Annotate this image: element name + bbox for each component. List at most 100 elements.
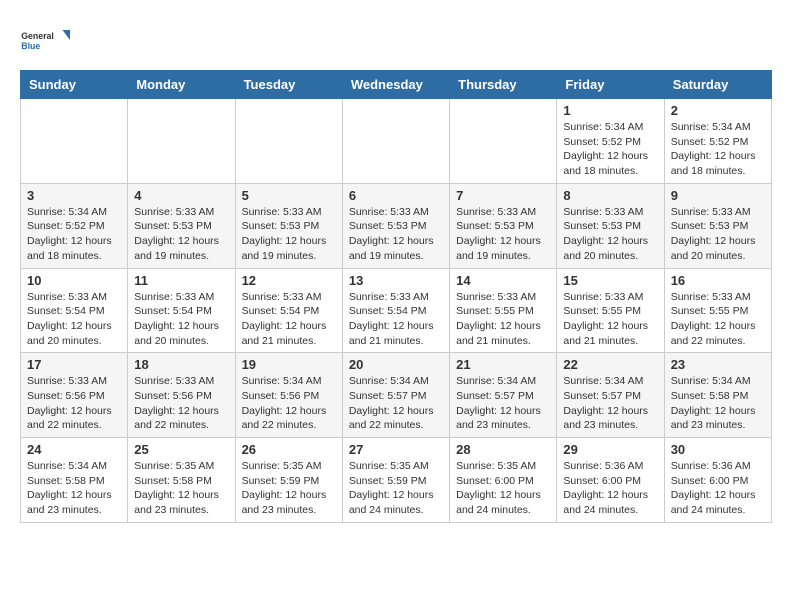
calendar-header-row: SundayMondayTuesdayWednesdayThursdayFrid…: [21, 71, 772, 99]
day-number: 8: [563, 188, 657, 203]
calendar-cell: 3 Sunrise: 5:34 AMSunset: 5:52 PMDaylight…: [21, 183, 128, 268]
calendar-cell: 13Sunrise: 5:33 AMSunset: 5:54 PMDayligh…: [342, 268, 449, 353]
calendar-cell: 29 Sunrise: 5:36 AMSunset: 6:00 PMDayligh…: [557, 438, 664, 523]
day-info: Sunrise: 5:35 AMSunset: 6:00 PMDaylight:…: [456, 459, 550, 518]
calendar-cell: 12 Sunrise: 5:33 AMSunset: 5:54 PMDayligh…: [235, 268, 342, 353]
calendar-cell: 20 Sunrise: 5:34 AMSunset: 5:57 PMDayligh…: [342, 353, 449, 438]
day-number: 17: [27, 357, 121, 372]
day-info: Sunrise: 5:33 AMSunset: 5:53 PMDaylight:…: [242, 205, 336, 264]
day-number: 5: [242, 188, 336, 203]
weekday-header: Sunday: [21, 71, 128, 99]
day-number: 21: [456, 357, 550, 372]
day-info: Sunrise: 5:33 AMSunset: 5:56 PMDaylight:…: [27, 374, 121, 433]
logo-svg: General Blue: [20, 20, 70, 60]
day-number: 12: [242, 273, 336, 288]
weekday-header: Tuesday: [235, 71, 342, 99]
day-number: 11: [134, 273, 228, 288]
day-number: 24: [27, 442, 121, 457]
calendar-cell: 5 Sunrise: 5:33 AMSunset: 5:53 PMDaylight…: [235, 183, 342, 268]
day-info: Sunrise: 5:35 AMSunset: 5:59 PMDaylight:…: [349, 459, 443, 518]
day-number: 16: [671, 273, 765, 288]
day-info: Sunrise: 5:35 AMSunset: 5:59 PMDaylight:…: [242, 459, 336, 518]
day-number: 9: [671, 188, 765, 203]
day-info: Sunrise: 5:33 AMSunset: 5:56 PMDaylight:…: [134, 374, 228, 433]
day-info: Sunrise: 5:34 AMSunset: 5:58 PMDaylight:…: [27, 459, 121, 518]
calendar-cell: 28 Sunrise: 5:35 AMSunset: 6:00 PMDayligh…: [450, 438, 557, 523]
calendar-cell: 22Sunrise: 5:34 AMSunset: 5:57 PMDayligh…: [557, 353, 664, 438]
day-info: Sunrise: 5:34 AMSunset: 5:58 PMDaylight:…: [671, 374, 765, 433]
day-number: 30: [671, 442, 765, 457]
day-info: Sunrise: 5:34 AMSunset: 5:57 PMDaylight:…: [349, 374, 443, 433]
day-number: 15: [563, 273, 657, 288]
day-info: Sunrise: 5:33 AMSunset: 5:54 PMDaylight:…: [134, 290, 228, 349]
day-info: Sunrise: 5:36 AMSunset: 6:00 PMDaylight:…: [563, 459, 657, 518]
calendar-week-row: 24 Sunrise: 5:34 AMSunset: 5:58 PMDayligh…: [21, 438, 772, 523]
day-number: 28: [456, 442, 550, 457]
calendar-cell: 2 Sunrise: 5:34 AMSunset: 5:52 PMDaylight…: [664, 99, 771, 184]
day-number: 4: [134, 188, 228, 203]
calendar-cell: 1 Sunrise: 5:34 AMSunset: 5:52 PMDaylight…: [557, 99, 664, 184]
day-number: 3: [27, 188, 121, 203]
weekday-header: Saturday: [664, 71, 771, 99]
calendar-week-row: 3 Sunrise: 5:34 AMSunset: 5:52 PMDaylight…: [21, 183, 772, 268]
day-number: 19: [242, 357, 336, 372]
logo: General Blue: [20, 20, 70, 60]
day-number: 6: [349, 188, 443, 203]
calendar-table: SundayMondayTuesdayWednesdayThursdayFrid…: [20, 70, 772, 523]
page-header: General Blue: [20, 20, 772, 60]
svg-text:General: General: [21, 31, 54, 41]
day-number: 27: [349, 442, 443, 457]
weekday-header: Friday: [557, 71, 664, 99]
day-number: 10: [27, 273, 121, 288]
calendar-cell: 30 Sunrise: 5:36 AMSunset: 6:00 PMDayligh…: [664, 438, 771, 523]
calendar-cell: 4 Sunrise: 5:33 AMSunset: 5:53 PMDaylight…: [128, 183, 235, 268]
calendar-week-row: 1 Sunrise: 5:34 AMSunset: 5:52 PMDaylight…: [21, 99, 772, 184]
calendar-week-row: 10 Sunrise: 5:33 AMSunset: 5:54 PMDayligh…: [21, 268, 772, 353]
day-info: Sunrise: 5:33 AMSunset: 5:53 PMDaylight:…: [671, 205, 765, 264]
day-info: Sunrise: 5:34 AMSunset: 5:52 PMDaylight:…: [671, 120, 765, 179]
calendar-cell: [235, 99, 342, 184]
calendar-cell: [21, 99, 128, 184]
weekday-header: Thursday: [450, 71, 557, 99]
day-info: Sunrise: 5:34 AMSunset: 5:57 PMDaylight:…: [563, 374, 657, 433]
calendar-cell: 23 Sunrise: 5:34 AMSunset: 5:58 PMDayligh…: [664, 353, 771, 438]
calendar-cell: 19Sunrise: 5:34 AMSunset: 5:56 PMDayligh…: [235, 353, 342, 438]
calendar-cell: 6 Sunrise: 5:33 AMSunset: 5:53 PMDaylight…: [342, 183, 449, 268]
calendar-cell: 25Sunrise: 5:35 AMSunset: 5:58 PMDayligh…: [128, 438, 235, 523]
day-info: Sunrise: 5:33 AMSunset: 5:55 PMDaylight:…: [456, 290, 550, 349]
calendar-cell: 21Sunrise: 5:34 AMSunset: 5:57 PMDayligh…: [450, 353, 557, 438]
calendar-cell: 18Sunrise: 5:33 AMSunset: 5:56 PMDayligh…: [128, 353, 235, 438]
calendar-cell: 11 Sunrise: 5:33 AMSunset: 5:54 PMDayligh…: [128, 268, 235, 353]
day-info: Sunrise: 5:36 AMSunset: 6:00 PMDaylight:…: [671, 459, 765, 518]
day-info: Sunrise: 5:35 AMSunset: 5:58 PMDaylight:…: [134, 459, 228, 518]
calendar-cell: 17 Sunrise: 5:33 AMSunset: 5:56 PMDayligh…: [21, 353, 128, 438]
calendar-cell: [342, 99, 449, 184]
calendar-cell: 7 Sunrise: 5:33 AMSunset: 5:53 PMDaylight…: [450, 183, 557, 268]
calendar-cell: [450, 99, 557, 184]
calendar-cell: 9 Sunrise: 5:33 AMSunset: 5:53 PMDaylight…: [664, 183, 771, 268]
calendar-cell: 16 Sunrise: 5:33 AMSunset: 5:55 PMDayligh…: [664, 268, 771, 353]
day-info: Sunrise: 5:34 AMSunset: 5:52 PMDaylight:…: [563, 120, 657, 179]
day-info: Sunrise: 5:33 AMSunset: 5:54 PMDaylight:…: [349, 290, 443, 349]
calendar-cell: 8Sunrise: 5:33 AMSunset: 5:53 PMDaylight…: [557, 183, 664, 268]
svg-text:Blue: Blue: [21, 41, 40, 51]
calendar-cell: 10 Sunrise: 5:33 AMSunset: 5:54 PMDayligh…: [21, 268, 128, 353]
day-number: 1: [563, 103, 657, 118]
calendar-cell: 27 Sunrise: 5:35 AMSunset: 5:59 PMDayligh…: [342, 438, 449, 523]
day-info: Sunrise: 5:33 AMSunset: 5:53 PMDaylight:…: [349, 205, 443, 264]
day-number: 29: [563, 442, 657, 457]
day-info: Sunrise: 5:33 AMSunset: 5:53 PMDaylight:…: [134, 205, 228, 264]
day-info: Sunrise: 5:33 AMSunset: 5:54 PMDaylight:…: [27, 290, 121, 349]
day-number: 7: [456, 188, 550, 203]
day-info: Sunrise: 5:33 AMSunset: 5:55 PMDaylight:…: [671, 290, 765, 349]
calendar-cell: 24 Sunrise: 5:34 AMSunset: 5:58 PMDayligh…: [21, 438, 128, 523]
weekday-header: Wednesday: [342, 71, 449, 99]
day-info: Sunrise: 5:34 AMSunset: 5:52 PMDaylight:…: [27, 205, 121, 264]
calendar-cell: 15Sunrise: 5:33 AMSunset: 5:55 PMDayligh…: [557, 268, 664, 353]
day-number: 20: [349, 357, 443, 372]
day-info: Sunrise: 5:33 AMSunset: 5:54 PMDaylight:…: [242, 290, 336, 349]
calendar-cell: [128, 99, 235, 184]
day-number: 2: [671, 103, 765, 118]
day-info: Sunrise: 5:33 AMSunset: 5:53 PMDaylight:…: [456, 205, 550, 264]
day-number: 23: [671, 357, 765, 372]
